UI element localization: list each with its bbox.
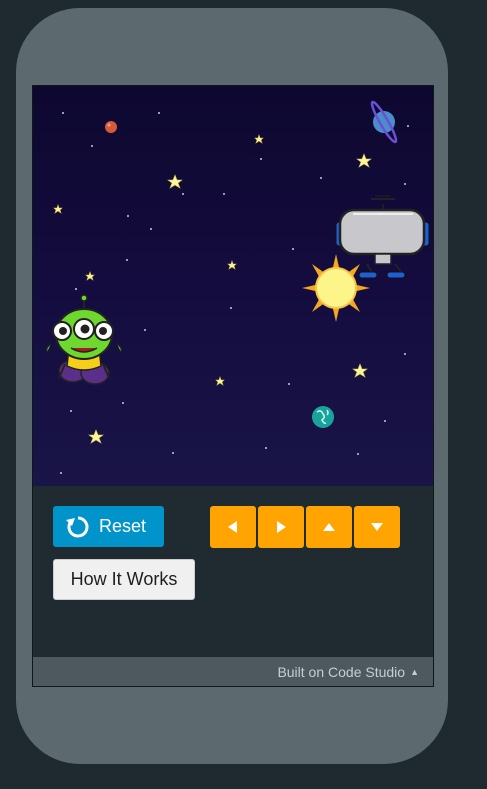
how-it-works-button[interactable]: How It Works (53, 559, 195, 600)
mars-planet (105, 121, 117, 133)
alien-character (45, 294, 123, 385)
app-screen: Reset How It Works Built on Code Studio … (32, 85, 434, 687)
down-arrow-icon (371, 523, 383, 531)
earth-planet (312, 406, 334, 428)
up-arrow-icon (323, 523, 335, 531)
game-stage (33, 86, 433, 486)
stage-canvas (45, 100, 430, 474)
left-arrow-icon (228, 521, 237, 533)
built-on-code-studio-link[interactable]: Built on Code Studio ▲ (33, 657, 433, 686)
sun (302, 254, 370, 322)
footer-label: Built on Code Studio (277, 663, 406, 680)
ringed-planet (370, 100, 398, 144)
robot-spaceship (335, 195, 430, 279)
control-panel: Reset How It Works (33, 486, 433, 657)
background-stars (60, 112, 409, 474)
up-arrow-button[interactable] (306, 506, 352, 548)
caret-up-icon: ▲ (410, 666, 419, 677)
right-arrow-icon (277, 521, 286, 533)
reset-label: Reset (99, 516, 147, 536)
left-arrow-button[interactable] (210, 506, 256, 548)
down-arrow-button[interactable] (354, 506, 400, 548)
reset-button[interactable]: Reset (53, 506, 164, 547)
right-arrow-button[interactable] (258, 506, 304, 548)
reset-icon (66, 516, 89, 537)
